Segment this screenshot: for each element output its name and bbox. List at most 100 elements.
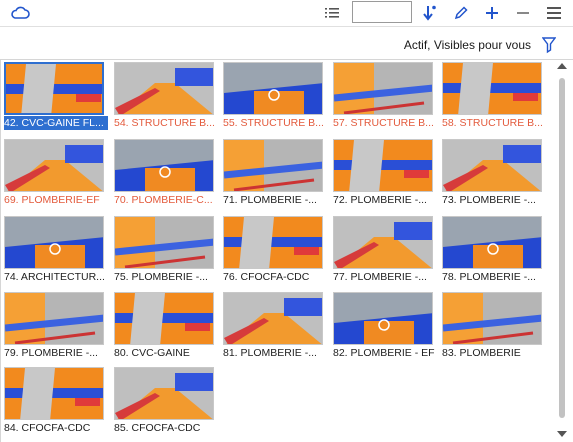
view-thumbnail — [442, 216, 542, 269]
view-label: 74. ARCHITECTUR... — [4, 271, 105, 283]
view-thumbnail — [223, 62, 323, 115]
view-tile[interactable]: 58. STRUCTURE B... — [442, 62, 543, 132]
thumbnail-image — [115, 140, 213, 191]
thumbnail-image — [224, 293, 322, 344]
view-label: 75. PLOMBERIE -... — [114, 271, 208, 283]
views-grid: 42. CVC-GAINE FL... 54. STRUCTURE B... 5… — [4, 62, 544, 440]
view-thumbnail — [114, 216, 214, 269]
view-thumbnail — [4, 216, 104, 269]
view-label: 80. CVC-GAINE — [114, 347, 190, 359]
thumbnail-image — [5, 217, 103, 268]
filter-row: Actif, Visibles pour vous — [0, 31, 573, 59]
view-thumbnail — [333, 292, 433, 345]
view-thumbnail — [4, 139, 104, 192]
view-thumbnail — [114, 62, 214, 115]
vertical-scrollbar[interactable] — [553, 60, 571, 440]
search-input[interactable] — [352, 1, 412, 23]
view-thumbnail — [223, 216, 323, 269]
thumbnail-image — [6, 64, 102, 113]
filter-funnel-icon[interactable] — [541, 36, 557, 54]
thumbnail-image — [5, 140, 103, 191]
view-tile[interactable]: 80. CVC-GAINE — [114, 292, 214, 362]
view-tile[interactable]: 74. ARCHITECTUR... — [4, 216, 105, 286]
view-thumbnail — [114, 292, 214, 345]
view-label: 82. PLOMBERIE - EF — [333, 347, 435, 359]
view-tile[interactable]: 84. CFOCFA-CDC — [4, 367, 104, 437]
view-label: 81. PLOMBERIE -... — [223, 347, 317, 359]
cloud-icon[interactable] — [9, 5, 31, 21]
view-thumbnail — [333, 216, 433, 269]
view-thumbnail — [442, 139, 542, 192]
scroll-thumb[interactable] — [559, 78, 565, 418]
toolbar — [0, 0, 573, 27]
view-thumbnail — [442, 292, 542, 345]
thumbnail-image — [224, 63, 322, 114]
thumbnail-image — [443, 140, 541, 191]
thumbnail-image — [115, 293, 213, 344]
view-label: 57. STRUCTURE B... — [333, 117, 434, 129]
filter-label[interactable]: Actif, Visibles pour vous — [404, 38, 531, 52]
view-tile[interactable]: 69. PLOMBERIE-EF — [4, 139, 104, 209]
view-tile[interactable]: 57. STRUCTURE B... — [333, 62, 434, 132]
view-tile[interactable]: 76. CFOCFA-CDC — [223, 216, 323, 286]
view-tile[interactable]: 55. STRUCTURE B... — [223, 62, 324, 132]
view-tile[interactable]: 70. PLOMBERIE-C... — [114, 139, 214, 209]
view-thumbnail — [4, 292, 104, 345]
view-tile[interactable]: 72. PLOMBERIE -... — [333, 139, 433, 209]
pencil-icon[interactable] — [449, 2, 473, 24]
view-thumbnail — [333, 62, 433, 115]
view-tile[interactable]: 78. PLOMBERIE -... — [442, 216, 542, 286]
thumbnail-image — [115, 63, 213, 114]
thumbnail-image — [334, 293, 432, 344]
view-thumbnail — [333, 139, 433, 192]
view-tile[interactable]: 82. PLOMBERIE - EF — [333, 292, 435, 362]
thumbnail-image — [334, 217, 432, 268]
scroll-down-arrow[interactable] — [557, 431, 567, 437]
thumbnail-image — [443, 63, 541, 114]
thumbnail-image — [115, 217, 213, 268]
scroll-up-arrow[interactable] — [557, 63, 567, 69]
thumbnail-image — [334, 140, 432, 191]
view-tile[interactable]: 83. PLOMBERIE — [442, 292, 542, 362]
thumbnail-image — [115, 368, 213, 419]
view-thumbnail — [223, 139, 323, 192]
view-tile[interactable]: 54. STRUCTURE B... — [114, 62, 215, 132]
view-thumbnail — [223, 292, 323, 345]
view-label: 71. PLOMBERIE -... — [223, 194, 317, 206]
sort-down-icon[interactable] — [417, 2, 441, 24]
view-thumbnail — [4, 367, 104, 420]
view-label: 70. PLOMBERIE-C... — [114, 194, 213, 206]
view-label: 79. PLOMBERIE -... — [4, 347, 98, 359]
view-label: 76. CFOCFA-CDC — [223, 271, 310, 283]
thumbnail-image — [224, 140, 322, 191]
plus-icon[interactable] — [480, 2, 504, 24]
view-label: 83. PLOMBERIE — [442, 347, 521, 359]
view-tile[interactable]: 71. PLOMBERIE -... — [223, 139, 323, 209]
view-tile[interactable]: 75. PLOMBERIE -... — [114, 216, 214, 286]
thumbnail-image — [5, 368, 103, 419]
view-label: 85. CFOCFA-CDC — [114, 422, 201, 434]
view-thumbnail — [114, 367, 214, 420]
minus-icon[interactable] — [511, 2, 535, 24]
view-thumbnail — [114, 139, 214, 192]
views-grid-area: 42. CVC-GAINE FL... 54. STRUCTURE B... 5… — [0, 59, 573, 442]
view-tile[interactable]: 79. PLOMBERIE -... — [4, 292, 104, 362]
view-tile[interactable]: 42. CVC-GAINE FL... — [4, 62, 108, 132]
thumbnail-image — [5, 293, 103, 344]
view-label: 42. CVC-GAINE FL... — [4, 116, 108, 130]
view-label: 58. STRUCTURE B... — [442, 117, 543, 129]
view-label: 77. PLOMBERIE -... — [333, 271, 427, 283]
view-tile[interactable]: 81. PLOMBERIE -... — [223, 292, 323, 362]
list-view-button[interactable] — [320, 2, 344, 24]
view-label: 69. PLOMBERIE-EF — [4, 194, 100, 206]
view-tile[interactable]: 73. PLOMBERIE -... — [442, 139, 542, 209]
view-label: 54. STRUCTURE B... — [114, 117, 215, 129]
view-tile[interactable]: 85. CFOCFA-CDC — [114, 367, 214, 437]
view-label: 78. PLOMBERIE -... — [442, 271, 536, 283]
view-label: 55. STRUCTURE B... — [223, 117, 324, 129]
view-tile[interactable]: 77. PLOMBERIE -... — [333, 216, 433, 286]
saved-views-panel: Actif, Visibles pour vous 42. CVC-GAINE … — [0, 0, 573, 442]
view-label: 84. CFOCFA-CDC — [4, 422, 91, 434]
view-label: 73. PLOMBERIE -... — [442, 194, 536, 206]
hamburger-menu-icon[interactable] — [542, 2, 566, 24]
